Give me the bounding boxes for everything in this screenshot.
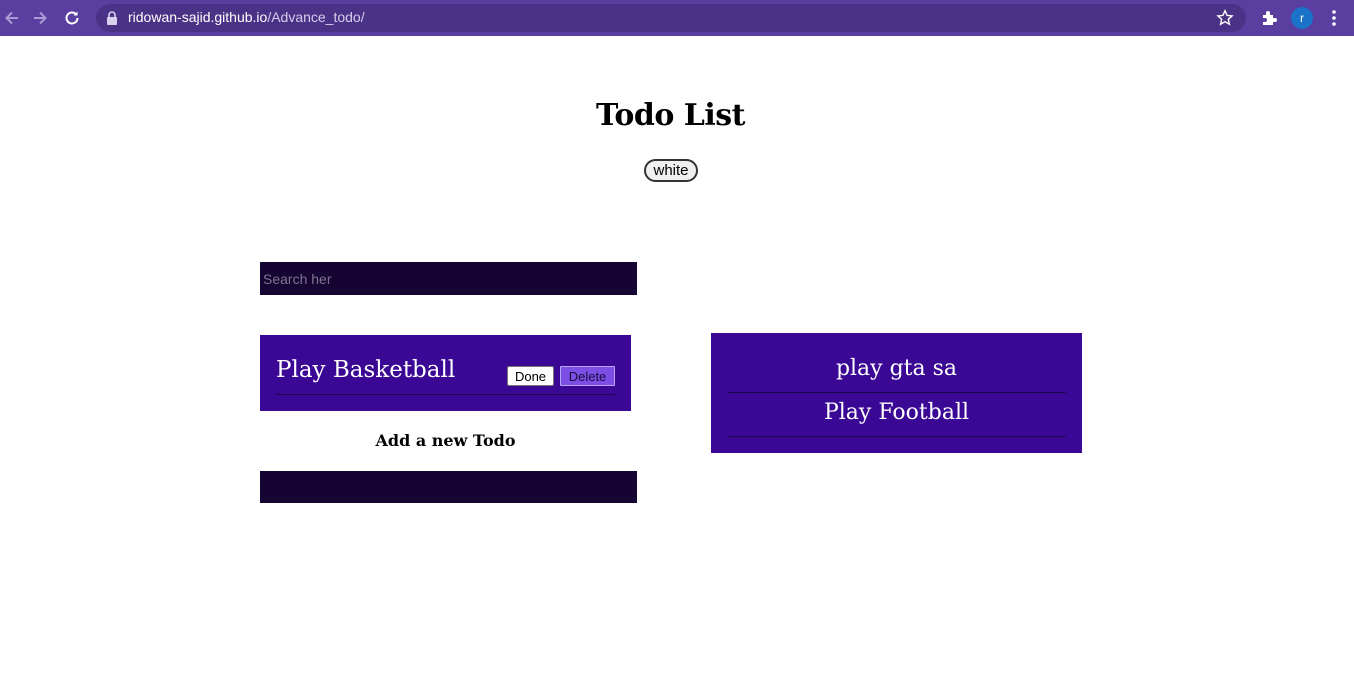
- list-item[interactable]: play gta sa: [727, 349, 1066, 393]
- star-icon[interactable]: [1216, 9, 1234, 27]
- list-item: Play Basketball Done Delete: [276, 357, 615, 395]
- pending-todo-list: Play Basketball Done Delete: [260, 335, 631, 411]
- completed-todo-list: play gta sa Play Football: [711, 333, 1082, 453]
- menu-icon[interactable]: [1323, 7, 1345, 29]
- add-todo-input[interactable]: [260, 471, 637, 503]
- url-text: ridowan-sajid.github.io/Advance_todo/: [128, 9, 365, 25]
- page-title: Todo List: [595, 98, 746, 133]
- url-host: ridowan-sajid.github.io: [128, 9, 268, 25]
- browser-toolbar: ridowan-sajid.github.io/Advance_todo/ r: [0, 0, 1354, 36]
- delete-button[interactable]: Delete: [560, 366, 615, 386]
- extensions-icon[interactable]: [1259, 7, 1281, 29]
- url-path: /Advance_todo/: [267, 9, 365, 25]
- done-button[interactable]: Done: [507, 366, 554, 386]
- avatar[interactable]: r: [1291, 7, 1313, 29]
- todo-text: Play Basketball: [276, 357, 456, 383]
- add-todo-heading: Add a new Todo: [375, 431, 516, 450]
- list-item[interactable]: Play Football: [727, 393, 1066, 437]
- back-icon[interactable]: [0, 6, 24, 30]
- address-bar[interactable]: ridowan-sajid.github.io/Advance_todo/: [96, 4, 1246, 32]
- search-input[interactable]: [260, 262, 637, 295]
- theme-toggle-button[interactable]: white: [644, 159, 698, 182]
- reload-icon[interactable]: [60, 6, 84, 30]
- forward-icon[interactable]: [28, 6, 52, 30]
- lock-icon: [107, 11, 117, 25]
